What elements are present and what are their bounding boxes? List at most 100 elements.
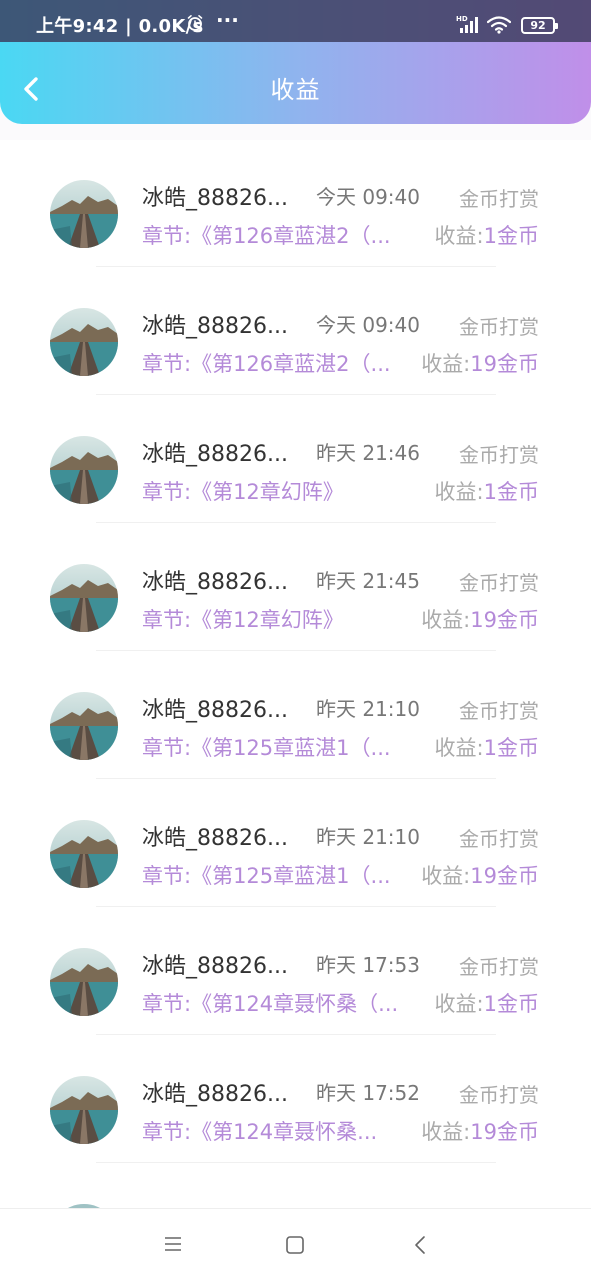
timestamp: 昨天 17:53	[316, 953, 420, 977]
income-type: 金币打赏	[459, 187, 539, 211]
income-label: 收益:	[421, 352, 471, 376]
chapter-info: 章节:《第126章蓝湛2（...	[142, 224, 391, 248]
user-name: 冰皓_88826...	[142, 698, 288, 723]
divider	[96, 1162, 496, 1163]
avatar	[50, 564, 118, 632]
list-item[interactable]: 冰皓_88826... 今天 09:40 金币打赏 章节:《第126章蓝湛2（.…	[0, 268, 591, 396]
more-dots-icon: ···	[216, 8, 239, 32]
list-item[interactable]: 冰皓_88826... 昨天 17:53 金币打赏 章节:《第124章聂怀桑（.…	[0, 908, 591, 1036]
chapter-info: 章节:《第124章聂怀桑（...	[142, 992, 399, 1016]
avatar	[50, 308, 118, 376]
avatar-image	[50, 820, 118, 888]
income-type: 金币打赏	[459, 827, 539, 851]
income-amount: 收益:1金币	[435, 220, 539, 250]
chapter-info: 章节:《第125章蓝湛1（...	[142, 736, 391, 760]
status-bar: 上午9:42 | 0.0K/s ··· HD 92	[0, 0, 591, 42]
income-amount: 收益:1金币	[435, 988, 539, 1018]
avatar	[50, 180, 118, 248]
income-value: 1金币	[483, 736, 539, 760]
avatar-image	[50, 308, 118, 376]
income-label: 收益:	[421, 1120, 471, 1144]
user-name: 冰皓_88826...	[142, 954, 288, 979]
income-value: 19金币	[470, 352, 539, 376]
income-value: 1金币	[483, 224, 539, 248]
divider	[96, 906, 496, 907]
income-type: 金币打赏	[459, 443, 539, 467]
list-item[interactable]: 冰皓_88826... 昨天 21:10 金币打赏 章节:《第125章蓝湛1（.…	[0, 780, 591, 908]
income-value: 19金币	[470, 1120, 539, 1144]
back-icon[interactable]	[410, 1234, 430, 1256]
income-amount: 收益:19金币	[421, 860, 539, 890]
divider	[96, 778, 496, 779]
income-label: 收益:	[434, 480, 484, 504]
chapter-info: 章节:《第126章蓝湛2（...	[142, 352, 391, 376]
income-type: 金币打赏	[459, 315, 539, 339]
income-value: 1金币	[483, 480, 539, 504]
avatar	[50, 692, 118, 760]
chapter-info: 章节:《第124章聂怀桑...	[142, 1120, 378, 1144]
avatar-image	[50, 692, 118, 760]
income-type: 金币打赏	[459, 955, 539, 979]
avatar	[50, 948, 118, 1016]
income-list: 冰皓_88826... 今天 09:40 金币打赏 章节:《第126章蓝湛2（.…	[0, 140, 591, 1208]
avatar	[50, 436, 118, 504]
list-item[interactable]: 冰皓_88826... 昨天 21:10 金币打赏 章节:《第125章蓝湛1（.…	[0, 652, 591, 780]
app-header: 上午9:42 | 0.0K/s ··· HD 92 收益	[0, 0, 591, 124]
divider	[96, 522, 496, 523]
chapter-info: 章节:《第125章蓝湛1（...	[142, 864, 391, 888]
income-amount: 收益:1金币	[435, 732, 539, 762]
income-amount: 收益:19金币	[421, 348, 539, 378]
avatar-image	[50, 1076, 118, 1144]
income-type: 金币打赏	[459, 1083, 539, 1107]
income-amount: 收益:1金币	[435, 476, 539, 506]
list-item[interactable]: 冰皓_88826... 昨天 21:45 金币打赏 章节:《第12章幻阵》 收益…	[0, 524, 591, 652]
list-item[interactable]: 冰皓_88826... 今天 09:40 金币打赏 章节:《第126章蓝湛2（.…	[0, 140, 591, 268]
svg-text:HD: HD	[456, 15, 468, 23]
status-time: 上午9:42 | 0.0K/s	[36, 16, 204, 37]
page-title: 收益	[270, 76, 321, 104]
income-amount: 收益:19金币	[421, 1116, 539, 1146]
timestamp: 昨天 21:46	[316, 441, 420, 465]
income-label: 收益:	[421, 864, 471, 888]
divider	[96, 394, 496, 395]
income-value: 19金币	[470, 864, 539, 888]
divider	[96, 1034, 496, 1035]
user-name: 冰皓_88826...	[142, 314, 288, 339]
timestamp: 今天 09:40	[316, 313, 420, 337]
battery-indicator: 92	[521, 17, 558, 34]
avatar-image	[50, 564, 118, 632]
divider	[96, 650, 496, 651]
avatar-image	[50, 948, 118, 1016]
timestamp: 今天 09:40	[316, 185, 420, 209]
income-type: 金币打赏	[459, 571, 539, 595]
chapter-info: 章节:《第12章幻阵》	[142, 608, 344, 632]
timestamp: 昨天 21:10	[316, 825, 420, 849]
avatar	[50, 1076, 118, 1144]
menu-icon[interactable]	[163, 1234, 183, 1254]
income-value: 1金币	[483, 992, 539, 1016]
list-item[interactable]: 冰皓_88826... 昨天 21:46 金币打赏 章节:《第12章幻阵》 收益…	[0, 396, 591, 524]
avatar	[50, 820, 118, 888]
divider	[96, 266, 496, 267]
user-name: 冰皓_88826...	[142, 1082, 288, 1107]
list-item[interactable]: 冰皓_88826... 昨天 17:52 金币打赏 章节:《第124章聂怀桑..…	[0, 1036, 591, 1164]
income-label: 收益:	[434, 992, 484, 1016]
avatar-image	[50, 436, 118, 504]
income-label: 收益:	[434, 736, 484, 760]
system-nav-bar	[0, 1208, 591, 1280]
income-value: 19金币	[470, 608, 539, 632]
income-label: 收益:	[434, 224, 484, 248]
user-name: 冰皓_88826...	[142, 442, 288, 467]
income-label: 收益:	[421, 608, 471, 632]
list-item[interactable]	[0, 1164, 591, 1208]
alarm-icon	[187, 15, 203, 31]
income-type: 金币打赏	[459, 699, 539, 723]
timestamp: 昨天 21:10	[316, 697, 420, 721]
user-name: 冰皓_88826...	[142, 826, 288, 851]
user-name: 冰皓_88826...	[142, 570, 288, 595]
avatar-image	[50, 180, 118, 248]
user-name: 冰皓_88826...	[142, 186, 288, 211]
wifi-icon	[487, 16, 511, 34]
timestamp: 昨天 21:45	[316, 569, 420, 593]
home-icon[interactable]	[285, 1235, 305, 1255]
